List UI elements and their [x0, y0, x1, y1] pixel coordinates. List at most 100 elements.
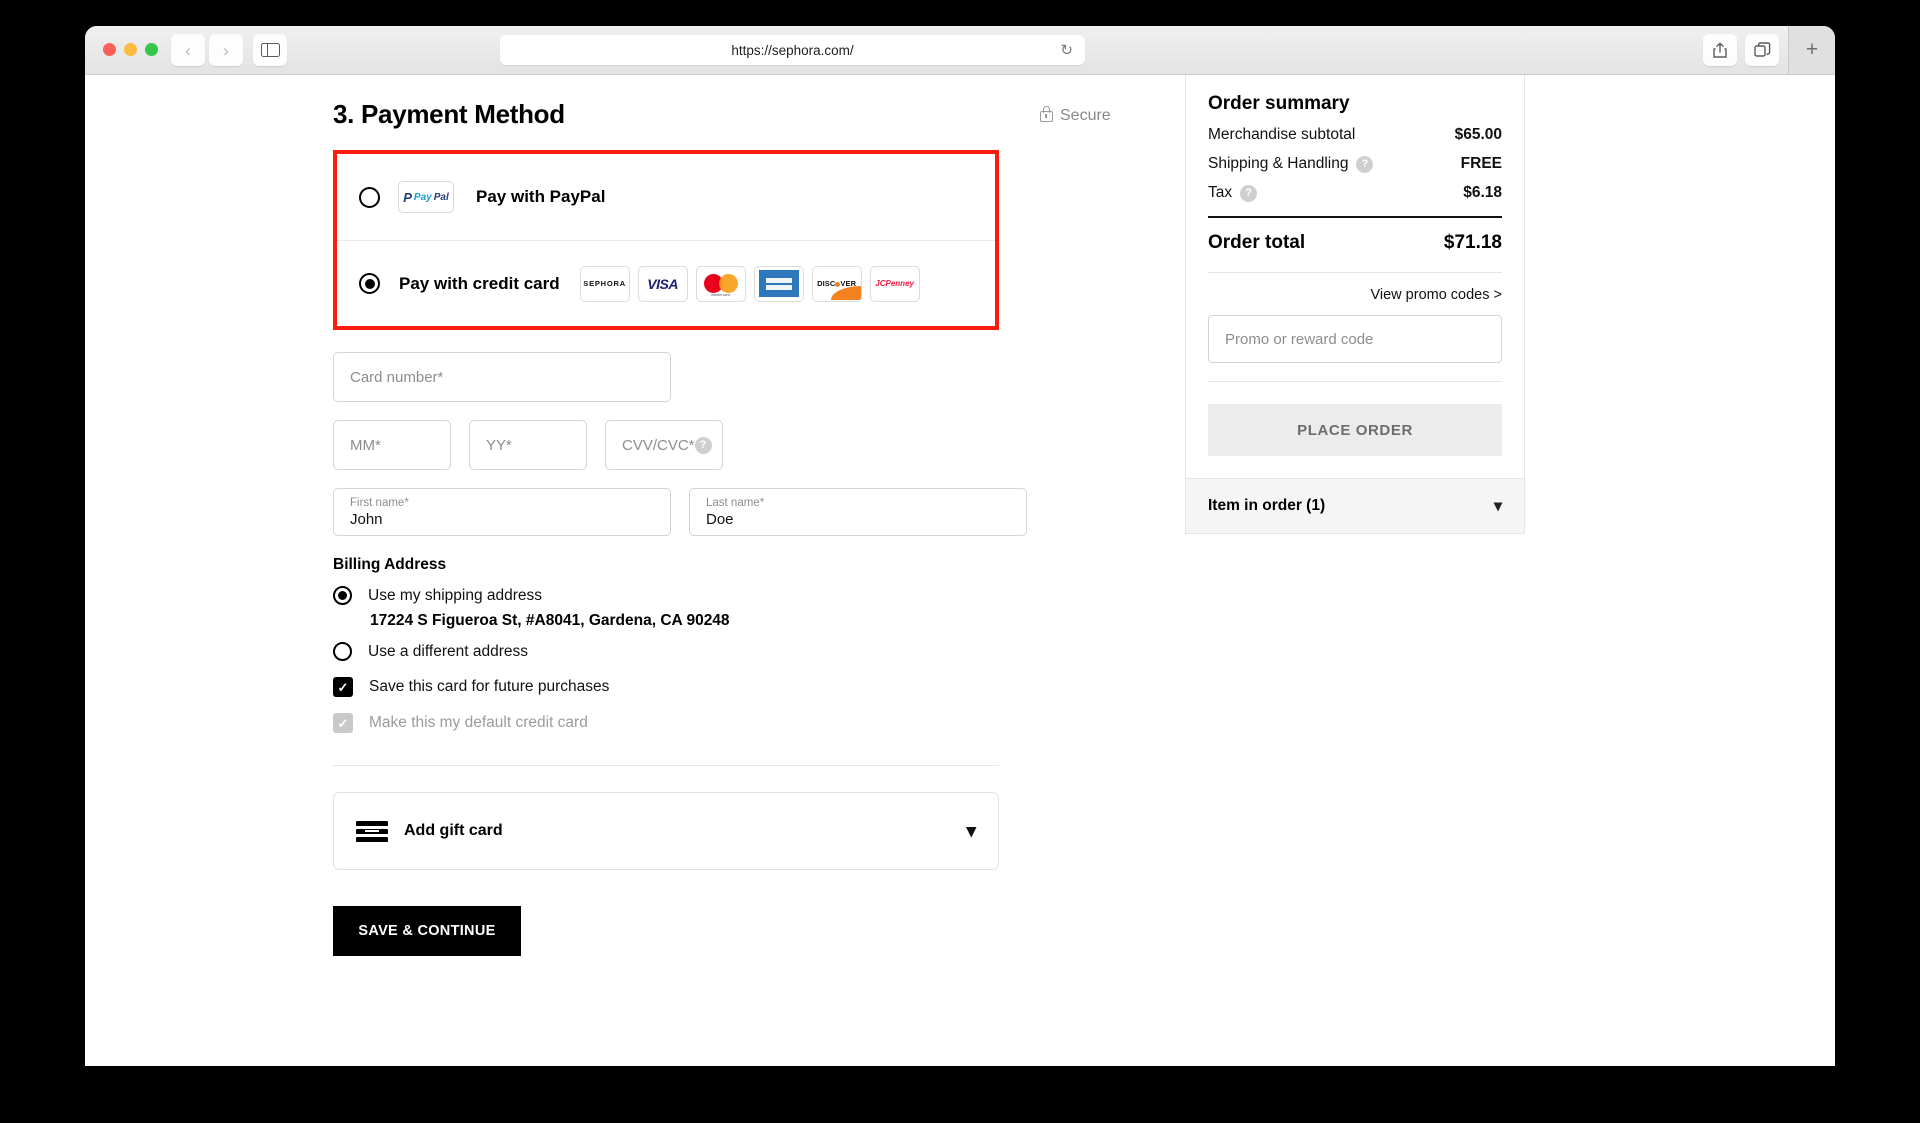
credit-card-option-label: Pay with credit card	[399, 273, 560, 293]
save-card-option[interactable]: ✓ Save this card for future purchases	[333, 677, 1033, 697]
use-shipping-address-label: Use my shipping address	[368, 586, 543, 604]
name-row: First name* John Last name* Doe	[333, 488, 1033, 536]
paypal-pay-text: Pay	[413, 191, 432, 203]
share-icon	[1713, 42, 1727, 58]
section-divider	[333, 765, 999, 766]
maximize-window-button[interactable]	[145, 43, 158, 56]
paypal-option-label: Pay with PayPal	[476, 187, 606, 206]
credit-card-radio[interactable]	[359, 273, 380, 294]
save-and-continue-label: SAVE & CONTINUE	[358, 923, 496, 939]
summary-line-subtotal: Merchandise subtotal $65.00	[1208, 126, 1502, 144]
paypal-option-row[interactable]: P Pay Pal Pay with PayPal	[337, 154, 995, 240]
tabs-icon	[1753, 42, 1770, 57]
summary-line-tax: Tax ? $6.18	[1208, 184, 1502, 202]
expiry-year-input[interactable]: YY*	[469, 420, 587, 470]
secure-badge: Secure	[1040, 105, 1111, 125]
sidebar-toggle-button[interactable]	[253, 34, 287, 66]
billing-address-title: Billing Address	[333, 556, 447, 573]
browser-toolbar: ‹ › https://sephora.com/ ↻ +	[85, 26, 1835, 75]
paypal-pal-text: Pal	[433, 191, 449, 203]
shipping-label: Shipping & Handling	[1208, 155, 1349, 172]
url-text: https://sephora.com/	[731, 42, 854, 58]
tax-value: $6.18	[1463, 184, 1502, 201]
place-order-button[interactable]: PLACE ORDER	[1208, 404, 1502, 456]
paypal-radio[interactable]	[359, 186, 380, 208]
tax-help-icon[interactable]: ?	[1240, 184, 1258, 202]
card-form: Card number* MM* YY* CVV/CVC* ? First na…	[333, 352, 1033, 536]
sidebar-icon	[260, 43, 280, 57]
address-bar[interactable]: https://sephora.com/ ↻	[500, 35, 1085, 65]
discover-card-logo: DISC VER	[811, 265, 862, 302]
summary-thin-rule-2	[1208, 381, 1502, 382]
default-card-label: Make this my default credit card	[369, 714, 588, 731]
mastercard-card-logo: mastercard	[695, 265, 746, 302]
lock-icon	[1040, 105, 1053, 122]
paypal-logo: P Pay Pal	[398, 181, 454, 213]
secure-label: Secure	[1060, 107, 1111, 124]
place-order-label: PLACE ORDER	[1297, 421, 1413, 439]
subtotal-label: Merchandise subtotal	[1208, 126, 1356, 143]
summary-line-shipping: Shipping & Handling ? FREE	[1208, 155, 1502, 173]
chevron-down-icon[interactable]: ▾	[1494, 496, 1502, 516]
visa-card-logo: VISA	[637, 265, 688, 302]
save-card-checkbox[interactable]: ✓	[333, 677, 353, 697]
item-in-order-accordion[interactable]: Item in order (1) ▾	[1186, 478, 1524, 533]
cvv-input[interactable]: CVV/CVC* ?	[605, 420, 723, 470]
check-icon: ✓	[337, 715, 349, 731]
last-name-label: Last name*	[706, 496, 765, 509]
expiry-month-input[interactable]: MM*	[333, 420, 451, 470]
item-in-order-label: Item in order (1)	[1208, 497, 1326, 514]
shipping-value: FREE	[1460, 155, 1502, 172]
chevron-down-icon[interactable]: ▾	[966, 820, 976, 843]
jcpenney-card-logo: JCPenney	[869, 265, 920, 302]
summary-thin-rule	[1208, 272, 1502, 273]
accepted-card-logos: SEPHORA VISA mastercard DISC VER JCPenne…	[579, 265, 920, 302]
reload-icon[interactable]: ↻	[1060, 41, 1073, 59]
promo-code-input[interactable]: Promo or reward code	[1208, 315, 1502, 363]
order-total-value: $71.18	[1443, 232, 1502, 253]
chevron-right-icon: ›	[223, 40, 229, 60]
minimize-window-button[interactable]	[124, 43, 137, 56]
last-name-value: Doe	[706, 510, 734, 528]
show-tabs-button[interactable]	[1745, 34, 1779, 66]
default-card-option: ✓ Make this my default credit card	[333, 713, 1033, 733]
add-gift-card-panel[interactable]: Add gift card ▾	[333, 792, 999, 870]
view-promo-codes-link[interactable]: View promo codes >	[1208, 287, 1502, 303]
first-name-input[interactable]: First name* John	[333, 488, 671, 536]
cvv-help-icon[interactable]: ?	[694, 436, 712, 454]
window-controls	[103, 43, 158, 56]
amex-card-logo	[753, 265, 804, 302]
add-gift-card-label: Add gift card	[404, 822, 503, 839]
save-card-label: Save this card for future purchases	[369, 678, 610, 695]
chevron-left-icon: ‹	[185, 40, 191, 60]
paypal-p-glyph: P	[403, 189, 412, 205]
page-title: 3. Payment Method	[333, 99, 565, 129]
payment-method-section: 3. Payment Method P Pay Pal Pay with Pay…	[333, 75, 1033, 956]
first-name-value: John	[350, 510, 383, 528]
last-name-input[interactable]: Last name* Doe	[689, 488, 1027, 536]
shipping-help-icon[interactable]: ?	[1356, 155, 1374, 173]
checkout-page: Secure 3. Payment Method P Pay Pal Pay w…	[85, 75, 1835, 1066]
close-window-button[interactable]	[103, 43, 116, 56]
payment-options-group: P Pay Pal Pay with PayPal Pay with credi…	[333, 150, 999, 330]
use-shipping-address-radio[interactable]	[333, 586, 352, 605]
order-total-row: Order total $71.18	[1208, 232, 1502, 254]
tax-label: Tax	[1208, 184, 1233, 201]
order-total-label: Order total	[1208, 232, 1306, 253]
card-number-input[interactable]: Card number*	[333, 352, 671, 402]
check-icon: ✓	[337, 679, 349, 695]
share-button[interactable]	[1703, 34, 1737, 66]
new-tab-button[interactable]: +	[1788, 26, 1835, 74]
forward-button[interactable]: ›	[209, 34, 243, 66]
first-name-label: First name*	[350, 496, 409, 509]
default-card-checkbox: ✓	[333, 713, 353, 733]
shipping-address-text: 17224 S Figueroa St, #A8041, Gardena, CA…	[370, 612, 730, 629]
credit-card-option-row[interactable]: Pay with credit card SEPHORA VISA master…	[337, 240, 995, 326]
summary-rule	[1208, 216, 1502, 218]
save-and-continue-button[interactable]: SAVE & CONTINUE	[333, 906, 521, 956]
sephora-card-logo: SEPHORA	[579, 265, 630, 302]
use-shipping-address-option[interactable]: Use my shipping address	[333, 586, 1033, 605]
back-button[interactable]: ‹	[171, 34, 205, 66]
use-different-address-radio[interactable]	[333, 642, 352, 661]
use-different-address-option[interactable]: Use a different address	[333, 642, 1033, 661]
